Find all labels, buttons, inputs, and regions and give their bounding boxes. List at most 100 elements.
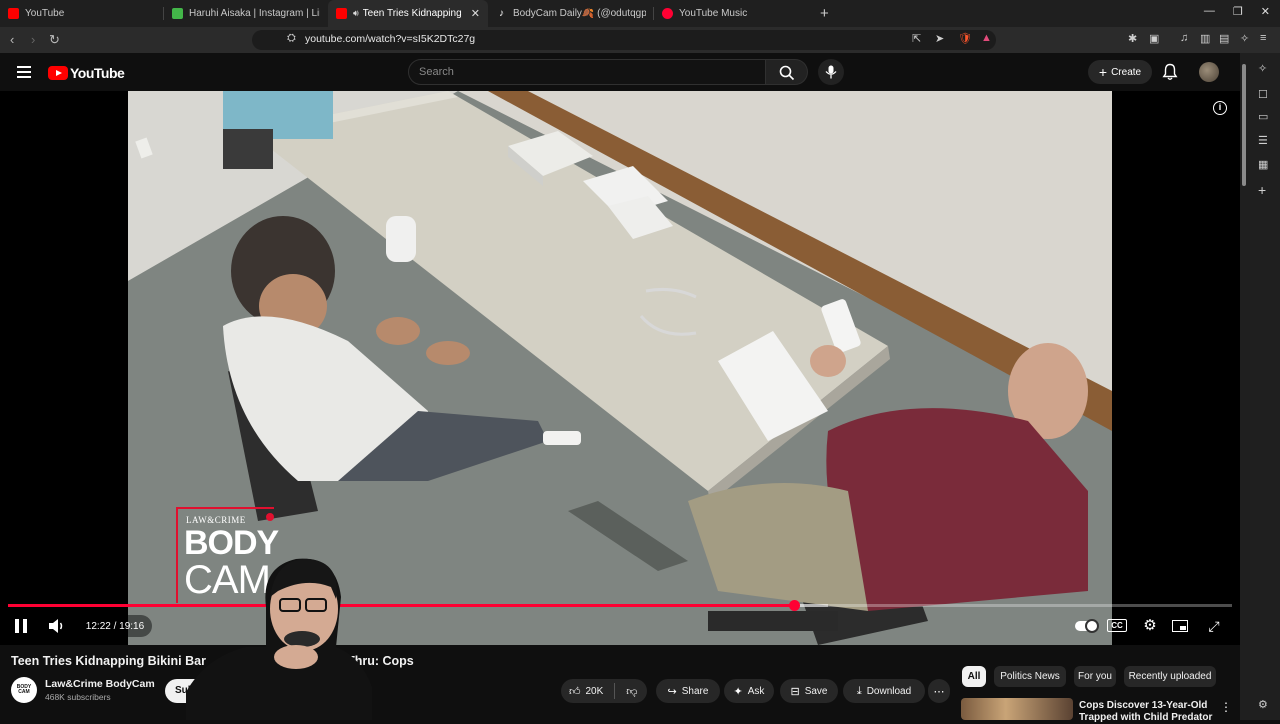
save-label: Save <box>804 685 828 697</box>
channel-avatar-text: BODY CAM <box>16 684 32 695</box>
window-controls: — ❐ ✕ <box>1204 5 1270 18</box>
chip-all[interactable]: All <box>962 666 986 687</box>
tab-instagram[interactable]: Haruhi Aisaka | Instagram | Lin <box>164 0 328 27</box>
download-label: Download <box>866 685 912 697</box>
leo-sidebar-icon[interactable]: ✧ <box>1258 62 1267 75</box>
chip-recently-uploaded[interactable]: Recently uploaded <box>1124 666 1216 687</box>
recommended-thumbnail[interactable] <box>961 698 1073 720</box>
reload-icon[interactable]: ↻ <box>49 32 60 48</box>
tab-manager-icon[interactable]: ▣ <box>1149 32 1159 45</box>
extensions-icon[interactable]: ✱ <box>1128 32 1137 45</box>
brave-rewards-icon[interactable]: ▲ <box>981 32 992 44</box>
save-button[interactable]: ⊟ Save <box>780 679 838 703</box>
time-display: 12:22 / 19:16 <box>78 615 152 637</box>
site-info-icon[interactable]: ⛭ <box>287 32 296 45</box>
bookmark-save-icon: ⊟ <box>790 685 800 698</box>
pause-button[interactable] <box>14 619 28 633</box>
youtube-favicon-icon <box>336 8 347 19</box>
history-sidebar-icon[interactable]: ▦ <box>1258 158 1268 171</box>
more-actions-button[interactable]: ⋯ <box>928 679 950 703</box>
maximize-icon[interactable]: ❐ <box>1233 5 1243 18</box>
notifications-bell-icon[interactable] <box>1162 63 1178 81</box>
download-button[interactable]: ⤓ Download <box>843 679 925 703</box>
forward-icon[interactable]: › <box>31 32 35 47</box>
close-window-icon[interactable]: ✕ <box>1261 5 1270 18</box>
subtitles-icon[interactable]: CC <box>1107 617 1127 635</box>
recommended-more-icon[interactable]: ⋮ <box>1220 700 1232 714</box>
send-icon[interactable]: ➤ <box>935 32 944 45</box>
share-label: Share <box>681 685 709 697</box>
leo-ai-icon[interactable]: ✧ <box>1240 32 1249 45</box>
youtube-favicon-icon <box>8 8 19 19</box>
search-placeholder: Search <box>419 66 454 78</box>
volume-icon[interactable] <box>48 618 66 634</box>
sparkle-icon: ✦ <box>733 685 743 698</box>
page-scrollbar[interactable] <box>1242 64 1246 186</box>
plus-icon: + <box>1098 64 1108 80</box>
tab-current-video[interactable]: 🔊︎ Teen Tries Kidnapping Bil ✕ <box>328 0 488 27</box>
url-text[interactable]: youtube.com/watch?v=sI5K2DTc27g <box>305 33 475 45</box>
video-title-left: Teen Tries Kidnapping Bikini Bar <box>11 654 206 668</box>
new-tab-button[interactable]: + <box>820 5 829 22</box>
tab-youtube-music[interactable]: YouTube Music <box>654 0 814 27</box>
chip-for-you[interactable]: For you <box>1074 666 1116 687</box>
channel-avatar[interactable]: BODY CAM <box>11 677 37 703</box>
progress-scrubber-handle[interactable] <box>788 600 800 611</box>
share-icon: ↪ <box>667 685 677 698</box>
channel-name[interactable]: Law&Crime BodyCam <box>45 678 155 690</box>
voice-search-button[interactable] <box>818 59 844 85</box>
recommended-title[interactable]: Cops Discover 13-Year-Old Trapped with C… <box>1079 700 1219 724</box>
progress-played <box>8 604 794 607</box>
miniplayer-icon[interactable] <box>1172 617 1192 635</box>
video-title: Teen Tries Kidnapping Bikini Bar e-Thru: … <box>11 654 414 668</box>
instagram-favicon-icon <box>172 8 183 19</box>
browser-menu-icon[interactable]: ≡ <box>1260 32 1266 44</box>
media-icon[interactable]: ♫ <box>1180 32 1188 44</box>
subscribe-button[interactable]: Sub <box>165 679 235 703</box>
create-button[interactable]: + Create <box>1088 60 1152 84</box>
open-external-icon[interactable]: ⇱ <box>912 32 921 45</box>
thumbs-down-icon[interactable]: 👎︎ <box>626 685 637 698</box>
create-label: Create <box>1111 66 1142 78</box>
speaker-icon: 🔊︎ <box>353 8 359 18</box>
search-button[interactable] <box>766 59 808 85</box>
video-frame[interactable]: LAW&CRIME BODY CAM <box>128 91 1112 645</box>
watermark-line1: BODY <box>184 524 279 562</box>
wallet-sidebar-icon[interactable]: ▭ <box>1258 110 1268 123</box>
video-title-right: e-Thru: Cops <box>335 654 414 668</box>
chip-politics-news[interactable]: Politics News <box>994 666 1066 687</box>
download-icon: ⤓ <box>856 684 862 697</box>
add-sidebar-item-icon[interactable]: + <box>1258 182 1266 198</box>
youtube-play-logo-icon <box>48 66 68 80</box>
tab-tiktok[interactable]: ♪ BodyCam Daily🍂 (@odutqgp71 <box>488 0 654 27</box>
watermark-line2: CAM <box>184 558 271 602</box>
brave-shield-icon[interactable]: 🛡︎ <box>958 32 972 45</box>
youtube-logo-text: YouTube <box>70 65 125 81</box>
share-button[interactable]: ↪ Share <box>656 679 720 703</box>
fullscreen-icon[interactable]: ⤢ <box>1204 617 1224 635</box>
bookmarks-sidebar-icon[interactable]: ☐ <box>1258 88 1268 101</box>
close-tab-icon[interactable]: ✕ <box>471 7 480 20</box>
video-info-icon[interactable]: i <box>1213 101 1227 115</box>
subscriber-count: 468K subscribers <box>45 692 111 702</box>
settings-gear-icon[interactable]: ⚙ <box>1140 617 1160 635</box>
account-avatar[interactable] <box>1199 62 1219 82</box>
reading-list-icon[interactable]: ☰ <box>1258 134 1268 147</box>
tiktok-favicon-icon: ♪ <box>499 8 504 19</box>
minimize-icon[interactable]: — <box>1204 5 1215 18</box>
ask-button[interactable]: ✦ Ask <box>724 679 774 703</box>
sidebar-settings-icon[interactable]: ⚙ <box>1258 698 1268 711</box>
wallet-icon[interactable]: ▤ <box>1219 32 1229 45</box>
autoplay-toggle[interactable] <box>1075 617 1099 635</box>
like-count[interactable]: 20K <box>586 686 604 697</box>
tab-title: YouTube Music <box>679 8 748 19</box>
guide-menu-icon[interactable] <box>17 66 31 78</box>
youtube-logo[interactable]: YouTube <box>48 65 125 81</box>
back-icon[interactable]: ‹ <box>10 32 14 47</box>
tab-title: YouTube <box>25 8 65 19</box>
search-input[interactable] <box>408 59 766 85</box>
tab-youtube[interactable]: YouTube <box>0 0 164 27</box>
tab-title: BodyCam Daily🍂 (@odutqgp71 <box>513 8 646 19</box>
thumbs-up-icon[interactable]: 👍︎ <box>569 685 581 698</box>
sidebar-toggle-icon[interactable]: ▥ <box>1200 32 1210 45</box>
